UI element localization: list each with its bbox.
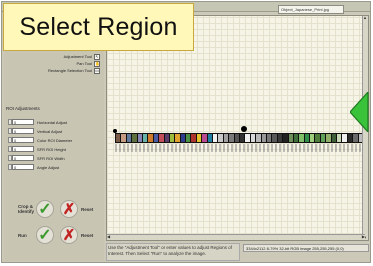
roi-label: SFR ROI Height — [37, 146, 66, 152]
roi-list: 0 Horizontal Adjust 0 Vertical Adjust 0 … — [8, 118, 102, 172]
tool-row-rectangle[interactable]: Rectangle Selection Tool ▭ — [4, 67, 100, 74]
instruction-message: Use the "Adjustment Tool" or enter value… — [106, 243, 240, 261]
tool-list: Adjustment Tool ↖ Pan Tool ✋ Rectangle S… — [4, 53, 100, 74]
run-reset-x-icon[interactable]: ✗ — [60, 226, 78, 244]
crop-action-row: Crop & Identify ✓ ✗ Reset — [18, 199, 104, 219]
roi-row: 0 Angle Adjust — [8, 163, 102, 171]
rectangle-icon[interactable]: ▭ — [94, 67, 100, 74]
center-registration-mark — [241, 126, 247, 132]
scroll-left-icon[interactable]: ◀ — [107, 235, 110, 239]
roi-label: SFR ROI Width — [37, 155, 65, 161]
tool-row-adjustment[interactable]: Adjustment Tool ↖ — [4, 53, 100, 60]
tool-label: Rectangle Selection Tool — [48, 68, 92, 73]
status-bar: Use the "Adjustment Tool" or enter value… — [106, 243, 369, 261]
sfr-roi-width-input[interactable]: 0 — [12, 155, 34, 161]
color-target-image[interactable] — [113, 126, 367, 153]
roi-section-title: ROI Adjustments — [6, 106, 40, 111]
roi-row: 0 Horizontal Adjust — [8, 118, 102, 126]
horizontal-adjust-input[interactable]: 0 — [12, 119, 34, 125]
hand-icon[interactable]: ✋ — [94, 60, 100, 67]
roi-row: 0 SFR ROI Width — [8, 154, 102, 162]
filename-field[interactable]: Object_Japanese_Print.jpg — [278, 5, 344, 14]
target-caption-text — [115, 144, 365, 152]
crop-reset-x-icon[interactable]: ✗ — [60, 200, 78, 218]
tool-label: Adjustment Tool — [63, 54, 92, 59]
roi-label: Color ROI Diameter — [37, 137, 73, 143]
roi-label: Horizontal Adjust — [37, 119, 68, 125]
angle-adjust-input[interactable]: 0 — [12, 164, 34, 170]
sfr-roi-height-input[interactable]: 0 — [12, 146, 34, 152]
run-check-icon[interactable]: ✓ — [36, 226, 54, 244]
roi-row: 0 Vertical Adjust — [8, 127, 102, 135]
roi-label: Angle Adjust — [37, 164, 60, 170]
callout-label: Select Region — [3, 3, 194, 51]
roi-row: 0 Color ROI Diameter — [8, 136, 102, 144]
scroll-right-icon[interactable]: ▶ — [362, 235, 365, 239]
run-reset-label: Reset — [81, 232, 94, 238]
horizontal-scrollbar[interactable]: ◀ ▶ — [107, 234, 365, 240]
scroll-up-icon[interactable]: ▲ — [363, 16, 367, 20]
crop-identify-label: Crop & Identify — [18, 204, 35, 214]
tool-row-pan[interactable]: Pan Tool ✋ — [4, 60, 100, 67]
image-info: 3344x2112 8-79% 32-bit RGB image 255,255… — [243, 244, 369, 252]
color-patch-strip — [115, 133, 365, 143]
tool-label: Pan Tool — [76, 61, 93, 66]
color-roi-diameter-input[interactable]: 0 — [12, 137, 34, 143]
run-label: Run — [18, 232, 27, 238]
vertical-adjust-input[interactable]: 0 — [12, 128, 34, 134]
pointer-icon[interactable]: ↖ — [94, 53, 100, 60]
roi-row: 0 SFR ROI Height — [8, 145, 102, 153]
roi-label: Vertical Adjust — [37, 128, 63, 134]
run-action-row: Run ✓ ✗ Reset — [18, 225, 104, 245]
crop-reset-label: Reset — [81, 206, 94, 212]
crop-confirm-check-icon[interactable]: ✓ — [36, 200, 54, 218]
arrow-pointer-icon — [350, 92, 369, 132]
